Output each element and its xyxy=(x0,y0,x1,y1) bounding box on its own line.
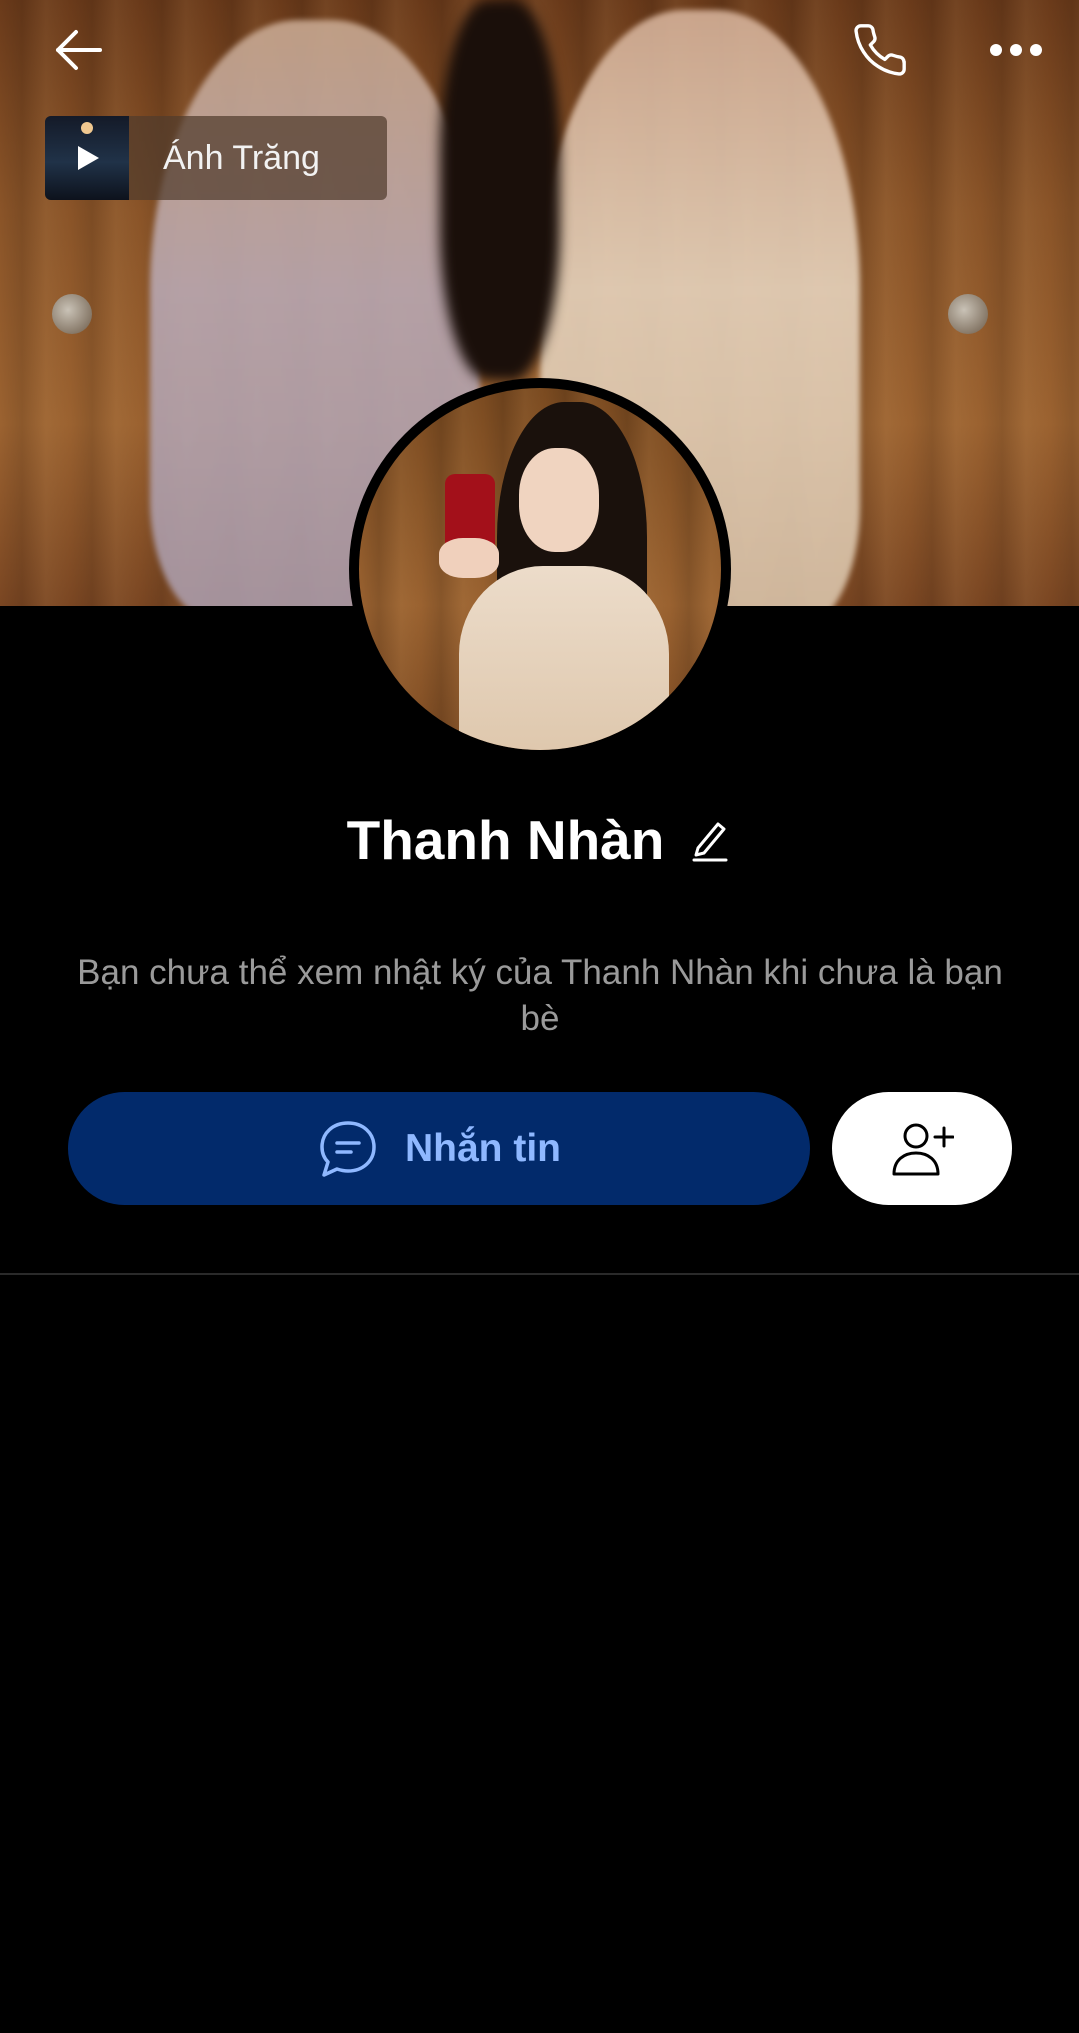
avatar-dress xyxy=(459,566,669,750)
play-icon[interactable] xyxy=(72,143,102,173)
user-plus-icon xyxy=(892,1123,954,1175)
phone-icon xyxy=(854,24,906,76)
music-album-art xyxy=(45,116,129,200)
edit-name-button[interactable] xyxy=(688,818,732,862)
profile-name: Thanh Nhàn xyxy=(346,809,665,871)
avatar-face xyxy=(519,448,599,552)
message-button[interactable]: Nhắn tin xyxy=(68,1092,810,1205)
more-horizontal-icon xyxy=(990,44,1042,56)
chat-bubble-icon xyxy=(320,1120,376,1177)
cover-hair xyxy=(440,0,560,380)
message-button-label: Nhắn tin xyxy=(405,1126,561,1170)
profile-music-chip[interactable]: Ánh Trăng xyxy=(45,116,387,200)
profile-name-row: Thanh Nhàn xyxy=(0,808,1079,872)
more-options-button[interactable] xyxy=(976,14,1056,86)
avatar-hand xyxy=(439,538,499,578)
add-friend-button[interactable] xyxy=(832,1092,1012,1205)
arrow-left-icon xyxy=(56,30,102,70)
back-button[interactable] xyxy=(38,14,118,86)
cover-door-knob xyxy=(948,294,988,334)
album-art-moon xyxy=(81,122,93,134)
section-divider xyxy=(0,1273,1079,1275)
cover-door-knob xyxy=(52,294,92,334)
music-title: Ánh Trăng xyxy=(163,138,320,177)
avatar-photo xyxy=(359,388,721,750)
profile-avatar[interactable] xyxy=(349,378,731,760)
diary-privacy-notice: Bạn chưa thể xem nhật ký của Thanh Nhàn … xyxy=(77,953,1003,1038)
call-button[interactable] xyxy=(840,14,920,86)
pencil-icon xyxy=(692,822,728,862)
